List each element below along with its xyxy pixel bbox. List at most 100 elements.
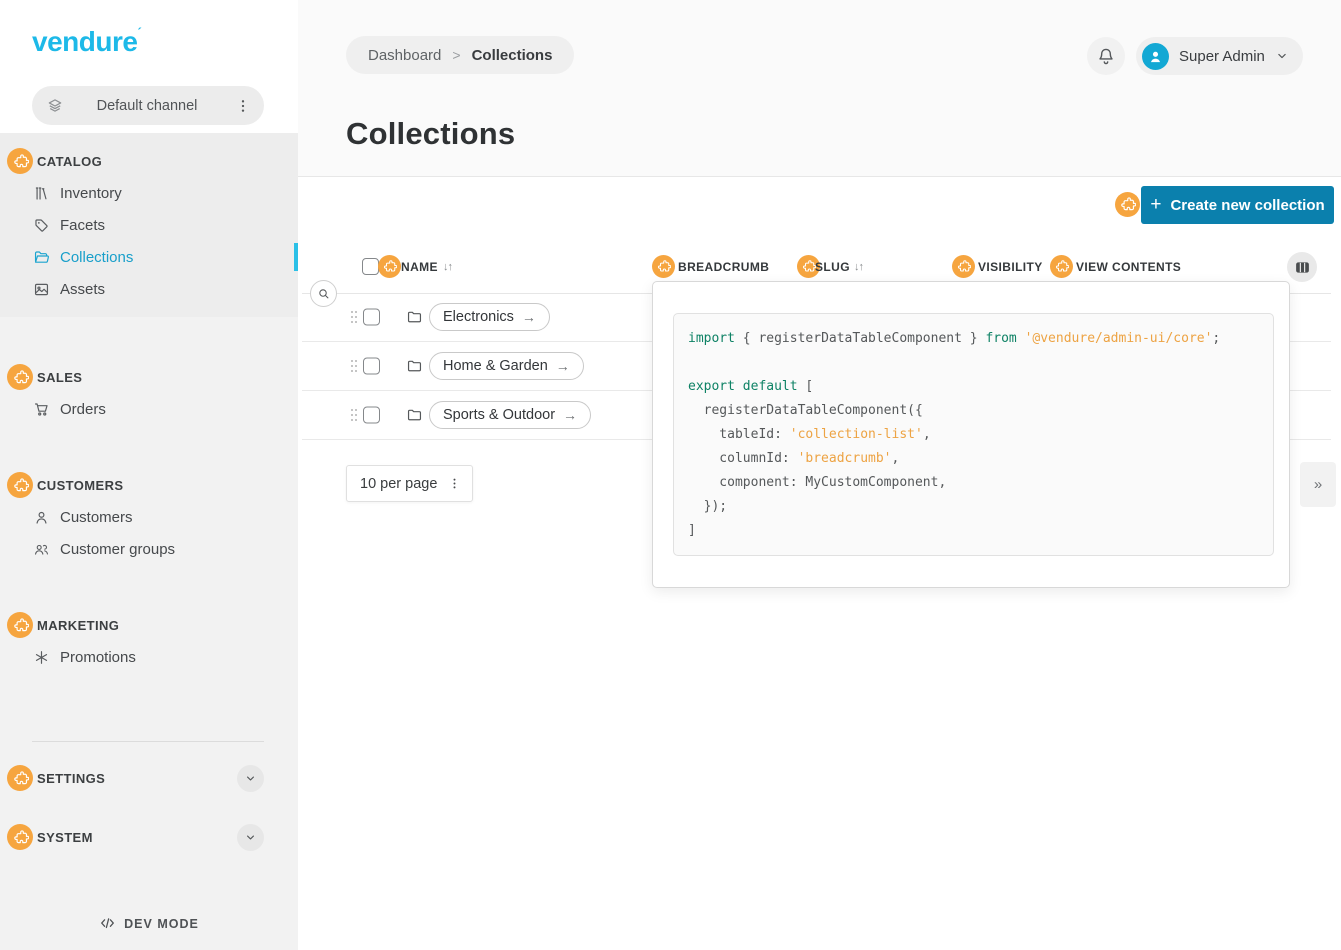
breadcrumb-collections[interactable]: Collections: [472, 47, 553, 64]
search-icon: [317, 287, 331, 301]
dev-mode-badge[interactable]: [7, 364, 33, 390]
plus-icon: +: [1150, 194, 1161, 216]
chevron-down-icon: [244, 831, 257, 844]
sidebar-section-settings[interactable]: SETTINGS: [0, 755, 298, 801]
drag-handle-icon[interactable]: [350, 407, 358, 423]
sidebar-item-assets[interactable]: Assets: [0, 273, 298, 305]
nav-group-marketing: MARKETING Promotions: [0, 609, 298, 673]
folder-icon: [406, 309, 423, 326]
dev-mode-badge[interactable]: [1050, 255, 1073, 278]
library-icon: [33, 185, 50, 202]
sidebar-item-collections[interactable]: Collections: [0, 241, 298, 273]
sort-icon[interactable]: ↓↑: [854, 252, 863, 282]
folder-icon: [406, 358, 423, 375]
sidebar-section-system[interactable]: SYSTEM: [0, 814, 298, 860]
dev-mode-badge[interactable]: [378, 255, 401, 278]
row-checkbox[interactable]: [363, 309, 380, 326]
dev-mode-popover: import { registerDataTableComponent } fr…: [652, 281, 1290, 588]
puzzle-icon: [12, 369, 29, 386]
user-icon: [1147, 48, 1164, 65]
sidebar-nav: CATALOG Inventory Facets Collections Ass…: [0, 133, 298, 950]
kebab-icon: [447, 476, 462, 491]
row-checkbox[interactable]: [363, 358, 380, 375]
sidebar-item-customer-groups[interactable]: Customer groups: [0, 533, 298, 565]
channel-menu-button[interactable]: [230, 93, 256, 119]
vendure-admin-app: vendure´ Default channel CATALOG Invento…: [0, 0, 1341, 950]
puzzle-icon: [12, 617, 29, 634]
nav-group-sales: SALES Orders: [0, 361, 298, 425]
dev-mode-badge[interactable]: [652, 255, 675, 278]
channel-switcher[interactable]: Default channel: [32, 86, 264, 125]
expand-system-button[interactable]: [237, 824, 264, 851]
asterisk-icon: [33, 649, 50, 666]
dev-mode-badge[interactable]: [7, 765, 33, 791]
page-title: Collections: [346, 116, 515, 152]
chevron-down-icon: [244, 772, 257, 785]
dev-mode-toggle[interactable]: DEV MODE: [0, 915, 298, 932]
sidebar-item-facets[interactable]: Facets: [0, 209, 298, 241]
puzzle-icon: [382, 259, 397, 274]
puzzle-icon: [801, 259, 816, 274]
nav-group-header-catalog: CATALOG: [0, 145, 298, 177]
sidebar-item-orders[interactable]: Orders: [0, 393, 298, 425]
sidebar-divider: [32, 741, 264, 742]
create-new-collection-button[interactable]: + Create new collection: [1141, 186, 1334, 224]
collection-chip[interactable]: Sports & Outdoor →: [429, 401, 591, 429]
column-header-breadcrumb: BREADCRUMB: [678, 252, 769, 282]
drag-handle-icon[interactable]: [350, 358, 358, 374]
nav-group-header-sales: SALES: [0, 361, 298, 393]
collection-chip[interactable]: Home & Garden →: [429, 352, 584, 380]
columns-icon: [1294, 259, 1311, 276]
bell-icon: [1096, 46, 1116, 66]
sidebar-item-inventory[interactable]: Inventory: [0, 177, 298, 209]
breadcrumb-dashboard[interactable]: Dashboard: [368, 47, 441, 64]
column-header-slug[interactable]: SLUG: [815, 252, 850, 282]
tag-icon: [33, 217, 50, 234]
column-header-view-contents: VIEW CONTENTS: [1076, 252, 1181, 282]
column-header-name[interactable]: NAME: [401, 252, 438, 282]
puzzle-icon: [656, 259, 671, 274]
drag-handle-icon[interactable]: [350, 309, 358, 325]
dev-mode-badge[interactable]: [7, 824, 33, 850]
next-page-button[interactable]: »: [1300, 462, 1336, 507]
row-checkbox[interactable]: [363, 407, 380, 424]
items-per-page-select[interactable]: 10 per page: [346, 465, 473, 502]
select-all-checkbox[interactable]: [362, 258, 379, 275]
puzzle-icon: [12, 770, 29, 787]
folder-open-icon: [33, 249, 50, 266]
expand-settings-button[interactable]: [237, 765, 264, 792]
notifications-button[interactable]: [1087, 37, 1125, 75]
dev-mode-badge[interactable]: [7, 148, 33, 174]
arrow-right-icon: →: [563, 407, 577, 423]
user-menu[interactable]: Super Admin: [1136, 37, 1303, 75]
search-button[interactable]: [310, 280, 337, 307]
column-header-visibility: VISIBILITY: [978, 252, 1043, 282]
dev-mode-badge[interactable]: [1115, 192, 1140, 217]
sidebar-item-customers[interactable]: Customers: [0, 501, 298, 533]
sidebar: vendure´ Default channel CATALOG Invento…: [0, 0, 298, 950]
breadcrumb-separator: >: [452, 47, 460, 63]
chevron-down-icon: [1275, 49, 1289, 63]
sidebar-item-promotions[interactable]: Promotions: [0, 641, 298, 673]
collection-chip[interactable]: Electronics →: [429, 303, 550, 331]
user-icon: [33, 509, 50, 526]
code-icon: [99, 915, 116, 932]
user-name: Super Admin: [1179, 48, 1265, 65]
puzzle-icon: [12, 829, 29, 846]
nav-group-header-marketing: MARKETING: [0, 609, 298, 641]
logo-tick: ´: [137, 25, 141, 40]
puzzle-icon: [1054, 259, 1069, 274]
nav-group-header-customers: CUSTOMERS: [0, 469, 298, 501]
dev-mode-badge[interactable]: [7, 612, 33, 638]
vendure-logo: vendure´: [32, 26, 141, 58]
sort-icon[interactable]: ↓↑: [443, 252, 452, 282]
arrow-right-icon: →: [556, 358, 570, 374]
cart-icon: [33, 401, 50, 418]
breadcrumb: Dashboard > Collections: [346, 36, 574, 74]
dev-mode-badge[interactable]: [952, 255, 975, 278]
layers-icon: [46, 97, 64, 115]
main-content: Dashboard > Collections Super Admin Coll…: [298, 0, 1341, 950]
column-picker-button[interactable]: [1287, 252, 1317, 282]
kebab-icon: [234, 97, 252, 115]
dev-mode-badge[interactable]: [7, 472, 33, 498]
